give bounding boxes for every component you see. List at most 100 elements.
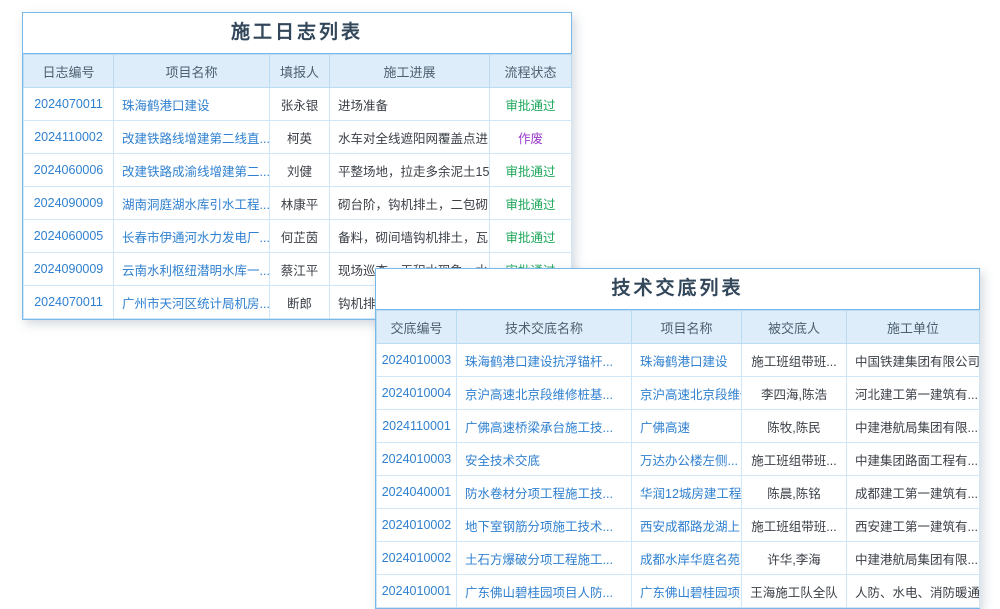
assignee-cell: 施工班组带班... — [742, 344, 847, 377]
unit-cell: 中建港航局集团有限... — [847, 410, 980, 443]
reporter-cell: 断郎 — [270, 286, 330, 319]
disclosure-name-link[interactable]: 土石方爆破分项工程施工... — [457, 542, 632, 575]
project-name-link[interactable]: 广州市天河区统计局机房... — [114, 286, 270, 319]
table-row: 2024010004 京沪高速北京段维修桩基... 京沪高速北京段维修 李四海,… — [377, 377, 980, 410]
status-badge: 作废 — [490, 121, 572, 154]
progress-cell: 备料，砌间墙钩机排土，瓦... — [330, 220, 490, 253]
assignee-cell: 陈牧,陈民 — [742, 410, 847, 443]
table-row: 2024060006 改建铁路成渝线增建第二... 刘健 平整场地，拉走多余泥土… — [24, 154, 572, 187]
tech-col-unit: 施工单位 — [847, 311, 980, 344]
project-name-link[interactable]: 西安成都路龙湖上... — [632, 509, 742, 542]
assignee-cell: 施工班组带班... — [742, 509, 847, 542]
table-row: 2024070011 珠海鹤港口建设 张永银 进场准备 审批通过 — [24, 88, 572, 121]
log-id-link[interactable]: 2024070011 — [24, 88, 114, 121]
progress-cell: 砌台阶，钩机排土，二包砌... — [330, 187, 490, 220]
project-name-link[interactable]: 广佛高速 — [632, 410, 742, 443]
log-id-link[interactable]: 2024090009 — [24, 253, 114, 286]
table-row: 2024110001 广佛高速桥梁承台施工技... 广佛高速 陈牧,陈民 中建港… — [377, 410, 980, 443]
unit-cell: 中国铁建集团有限公司 — [847, 344, 980, 377]
status-badge: 审批通过 — [490, 88, 572, 121]
status-badge: 审批通过 — [490, 187, 572, 220]
progress-cell: 水车对全线遮阳网覆盖点进... — [330, 121, 490, 154]
tech-id-link[interactable]: 2024010003 — [377, 344, 457, 377]
assignee-cell: 许华,李海 — [742, 542, 847, 575]
project-name-link[interactable]: 云南水利枢纽潜明水库一... — [114, 253, 270, 286]
reporter-cell: 林康平 — [270, 187, 330, 220]
project-name-link[interactable]: 长春市伊通河水力发电厂... — [114, 220, 270, 253]
unit-cell: 人防、水电、消防暖通... — [847, 575, 980, 608]
log-col-reporter: 填报人 — [270, 55, 330, 88]
reporter-cell: 蔡江平 — [270, 253, 330, 286]
log-id-link[interactable]: 2024110002 — [24, 121, 114, 154]
tech-col-id: 交底编号 — [377, 311, 457, 344]
reporter-cell: 何芷茵 — [270, 220, 330, 253]
tech-id-link[interactable]: 2024010004 — [377, 377, 457, 410]
unit-cell: 中建港航局集团有限... — [847, 542, 980, 575]
table-row: 2024010002 土石方爆破分项工程施工... 成都水岸华庭名苑... 许华… — [377, 542, 980, 575]
log-id-link[interactable]: 2024090009 — [24, 187, 114, 220]
table-row: 2024090009 湖南洞庭湖水库引水工程... 林康平 砌台阶，钩机排土，二… — [24, 187, 572, 220]
table-row: 2024010001 广东佛山碧桂园项目人防... 广东佛山碧桂园项目 王海施工… — [377, 575, 980, 608]
construction-log-title: 施工日志列表 — [23, 13, 571, 54]
assignee-cell: 李四海,陈浩 — [742, 377, 847, 410]
reporter-cell: 刘健 — [270, 154, 330, 187]
unit-cell: 河北建工第一建筑有... — [847, 377, 980, 410]
project-name-link[interactable]: 华润12城房建工程... — [632, 476, 742, 509]
project-name-link[interactable]: 成都水岸华庭名苑... — [632, 542, 742, 575]
tech-id-link[interactable]: 2024040001 — [377, 476, 457, 509]
tech-disclosure-table: 交底编号 技术交底名称 项目名称 被交底人 施工单位 2024010003 珠海… — [376, 310, 980, 608]
unit-cell: 中建集团路面工程有... — [847, 443, 980, 476]
table-row: 2024010003 珠海鹤港口建设抗浮锚杆... 珠海鹤港口建设 施工班组带班… — [377, 344, 980, 377]
disclosure-name-link[interactable]: 广东佛山碧桂园项目人防... — [457, 575, 632, 608]
assignee-cell: 王海施工队全队 — [742, 575, 847, 608]
progress-cell: 进场准备 — [330, 88, 490, 121]
log-id-link[interactable]: 2024070011 — [24, 286, 114, 319]
log-col-project: 项目名称 — [114, 55, 270, 88]
tech-col-assignee: 被交底人 — [742, 311, 847, 344]
tech-id-link[interactable]: 2024010003 — [377, 443, 457, 476]
unit-cell: 西安建工第一建筑有... — [847, 509, 980, 542]
assignee-cell: 施工班组带班... — [742, 443, 847, 476]
tech-id-link[interactable]: 2024010001 — [377, 575, 457, 608]
log-col-status: 流程状态 — [490, 55, 572, 88]
table-row: 2024110002 改建铁路线增建第二线直... 柯英 水车对全线遮阳网覆盖点… — [24, 121, 572, 154]
log-col-id: 日志编号 — [24, 55, 114, 88]
log-id-link[interactable]: 2024060006 — [24, 154, 114, 187]
progress-cell: 平整场地，拉走多余泥土15... — [330, 154, 490, 187]
tech-id-link[interactable]: 2024110001 — [377, 410, 457, 443]
project-name-link[interactable]: 改建铁路成渝线增建第二... — [114, 154, 270, 187]
disclosure-name-link[interactable]: 京沪高速北京段维修桩基... — [457, 377, 632, 410]
tech-id-link[interactable]: 2024010002 — [377, 509, 457, 542]
disclosure-name-link[interactable]: 防水卷材分项工程施工技... — [457, 476, 632, 509]
log-col-progress: 施工进展 — [330, 55, 490, 88]
disclosure-name-link[interactable]: 地下室钢筋分项施工技术... — [457, 509, 632, 542]
project-name-link[interactable]: 珠海鹤港口建设 — [632, 344, 742, 377]
project-name-link[interactable]: 京沪高速北京段维修 — [632, 377, 742, 410]
log-header-row: 日志编号 项目名称 填报人 施工进展 流程状态 — [24, 55, 572, 88]
assignee-cell: 陈晨,陈铭 — [742, 476, 847, 509]
disclosure-name-link[interactable]: 珠海鹤港口建设抗浮锚杆... — [457, 344, 632, 377]
disclosure-name-link[interactable]: 安全技术交底 — [457, 443, 632, 476]
table-row: 2024010002 地下室钢筋分项施工技术... 西安成都路龙湖上... 施工… — [377, 509, 980, 542]
project-name-link[interactable]: 珠海鹤港口建设 — [114, 88, 270, 121]
tech-id-link[interactable]: 2024010002 — [377, 542, 457, 575]
reporter-cell: 张永银 — [270, 88, 330, 121]
tech-disclosure-panel: 技术交底列表 交底编号 技术交底名称 项目名称 被交底人 施工单位 202401… — [375, 268, 980, 609]
project-name-link[interactable]: 万达办公楼左侧... — [632, 443, 742, 476]
reporter-cell: 柯英 — [270, 121, 330, 154]
log-id-link[interactable]: 2024060005 — [24, 220, 114, 253]
project-name-link[interactable]: 湖南洞庭湖水库引水工程... — [114, 187, 270, 220]
disclosure-name-link[interactable]: 广佛高速桥梁承台施工技... — [457, 410, 632, 443]
table-row: 2024040001 防水卷材分项工程施工技... 华润12城房建工程... 陈… — [377, 476, 980, 509]
tech-disclosure-title: 技术交底列表 — [376, 269, 979, 310]
status-badge: 审批通过 — [490, 154, 572, 187]
status-badge: 审批通过 — [490, 220, 572, 253]
project-name-link[interactable]: 广东佛山碧桂园项目 — [632, 575, 742, 608]
table-row: 2024060005 长春市伊通河水力发电厂... 何芷茵 备料，砌间墙钩机排土… — [24, 220, 572, 253]
tech-col-project: 项目名称 — [632, 311, 742, 344]
table-row: 2024010003 安全技术交底 万达办公楼左侧... 施工班组带班... 中… — [377, 443, 980, 476]
tech-header-row: 交底编号 技术交底名称 项目名称 被交底人 施工单位 — [377, 311, 980, 344]
project-name-link[interactable]: 改建铁路线增建第二线直... — [114, 121, 270, 154]
tech-col-name: 技术交底名称 — [457, 311, 632, 344]
unit-cell: 成都建工第一建筑有... — [847, 476, 980, 509]
